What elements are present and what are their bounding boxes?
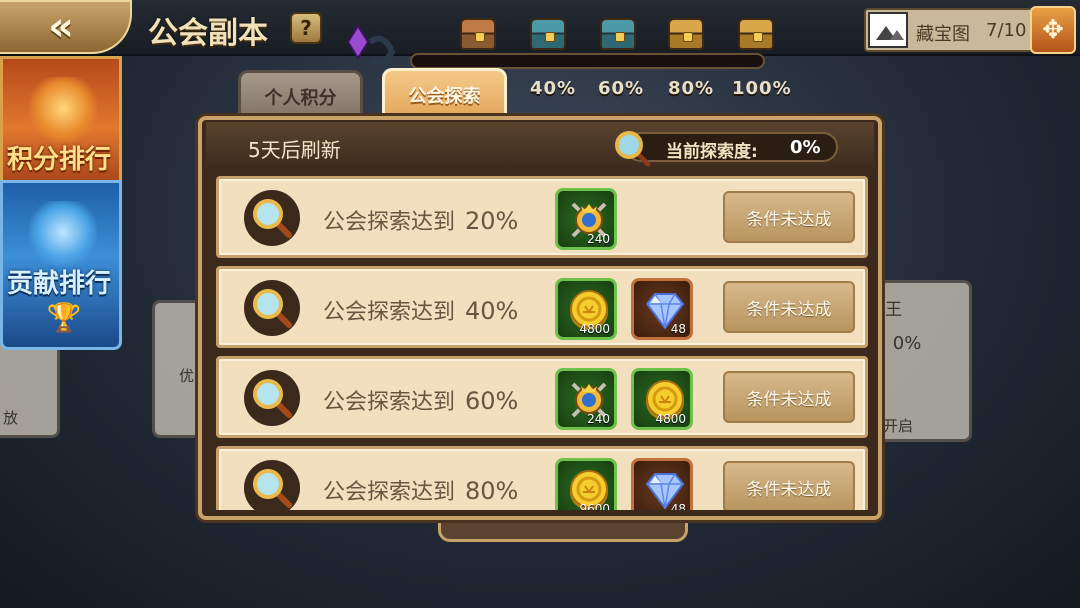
- reward-quantity: 9600: [579, 502, 610, 510]
- exploration-rewards-panel: 5天后刷新 当前探索度: 0% 公会探索达到 20% 条件未达成 240 公会探索…: [198, 116, 882, 520]
- page-title: 公会副本: [148, 16, 268, 51]
- refresh-countdown: 5天后刷新: [248, 138, 341, 162]
- phoenix-icon: [29, 201, 97, 271]
- condition-not-met-button[interactable]: 条件未达成: [723, 281, 855, 333]
- reward-quantity: 4800: [655, 412, 686, 426]
- treasure-map-label: 藏宝图: [916, 24, 970, 45]
- reward-item[interactable]: 4800: [555, 278, 617, 340]
- goal-label: 公会探索达到: [323, 210, 456, 235]
- contribution-ranking-label: 贡献排行: [7, 269, 112, 299]
- goal-text: 公会探索达到 20%: [323, 204, 518, 236]
- reward-quantity: 240: [587, 232, 610, 246]
- background-card-text: 开启: [883, 417, 914, 435]
- tab-guild-exploration[interactable]: 公会探索: [382, 68, 507, 118]
- trophy-icon: 🏆: [46, 301, 82, 334]
- goal-value: 80%: [465, 477, 519, 505]
- treasure-map-count: 7/10: [986, 20, 1027, 41]
- reward-quantity: 4800: [579, 322, 610, 336]
- reward-item[interactable]: 48: [631, 278, 693, 340]
- tab-personal-score[interactable]: 个人积分: [238, 70, 363, 120]
- magnifier-icon: [615, 131, 651, 167]
- chevron-left-icon: «: [48, 4, 74, 50]
- milestone-label: 100%: [732, 78, 792, 99]
- chest-teal-icon[interactable]: [530, 18, 566, 50]
- goal-text: 公会探索达到 80%: [323, 474, 518, 506]
- background-card-text: 王: [885, 300, 902, 320]
- image-placeholder-icon: [868, 12, 908, 48]
- reward-quantity: 240: [587, 412, 610, 426]
- help-button[interactable]: ?: [290, 12, 322, 44]
- reward-quantity: 48: [670, 502, 686, 510]
- score-ranking-label: 积分排行: [7, 145, 112, 175]
- goal-label: 公会探索达到: [323, 300, 456, 325]
- milestone-label: 40%: [530, 78, 577, 99]
- goal-value: 40%: [465, 297, 519, 325]
- reward-row: 公会探索达到 80% 条件未达成 9600 48: [216, 446, 868, 510]
- back-button[interactable]: «: [0, 0, 132, 54]
- contribution-ranking-banner[interactable]: 贡献排行 🏆: [0, 180, 122, 350]
- chest-teal-icon[interactable]: [600, 18, 636, 50]
- exploration-degree-value: 0%: [790, 137, 821, 158]
- condition-not-met-button[interactable]: 条件未达成: [723, 371, 855, 423]
- condition-not-met-button[interactable]: 条件未达成: [723, 461, 855, 510]
- panel-header: 5天后刷新 当前探索度: 0%: [206, 122, 874, 170]
- background-card-text: : 0%: [881, 333, 922, 354]
- chest-gold-icon[interactable]: [668, 18, 704, 50]
- magnifier-icon: [244, 370, 300, 426]
- goal-label: 公会探索达到: [323, 390, 456, 415]
- reward-row: 公会探索达到 40% 条件未达成 4800 48: [216, 266, 868, 348]
- reward-item[interactable]: 240: [555, 368, 617, 430]
- goal-value: 20%: [465, 207, 519, 235]
- exploration-degree-display: 当前探索度: 0%: [615, 131, 838, 167]
- chest-gold-icon[interactable]: [738, 18, 774, 50]
- exploration-degree-label: 当前探索度:: [666, 142, 758, 162]
- goal-text: 公会探索达到 60%: [323, 384, 518, 416]
- reward-quantity: 48: [670, 322, 686, 336]
- magnifier-icon: [244, 280, 300, 336]
- goal-label: 公会探索达到: [323, 480, 456, 505]
- magnifier-icon: [244, 460, 300, 510]
- exploration-progress-bar: [410, 53, 765, 69]
- background-card-text: 放: [3, 409, 19, 427]
- reward-item[interactable]: 9600: [555, 458, 617, 510]
- reward-item[interactable]: 4800: [631, 368, 693, 430]
- reward-row: 公会探索达到 60% 条件未达成 240 4800: [216, 356, 868, 438]
- reward-item[interactable]: 240: [555, 188, 617, 250]
- reward-row: 公会探索达到 20% 条件未达成 240: [216, 176, 868, 258]
- magnifier-icon: [244, 190, 300, 246]
- milestone-label: 80%: [668, 78, 715, 99]
- goal-value: 60%: [465, 387, 519, 415]
- reward-list[interactable]: 公会探索达到 20% 条件未达成 240 公会探索达到 40% 条件未达成 4800…: [216, 176, 868, 510]
- milestone-label: 60%: [598, 78, 645, 99]
- phoenix-icon: [29, 77, 97, 147]
- condition-not-met-button[interactable]: 条件未达成: [723, 191, 855, 243]
- chest-bronze-icon[interactable]: [460, 18, 496, 50]
- compass-icon: ✥: [1042, 15, 1064, 45]
- treasure-map-button[interactable]: ✥: [1030, 6, 1076, 54]
- reward-item[interactable]: 48: [631, 458, 693, 510]
- goal-text: 公会探索达到 40%: [323, 294, 518, 326]
